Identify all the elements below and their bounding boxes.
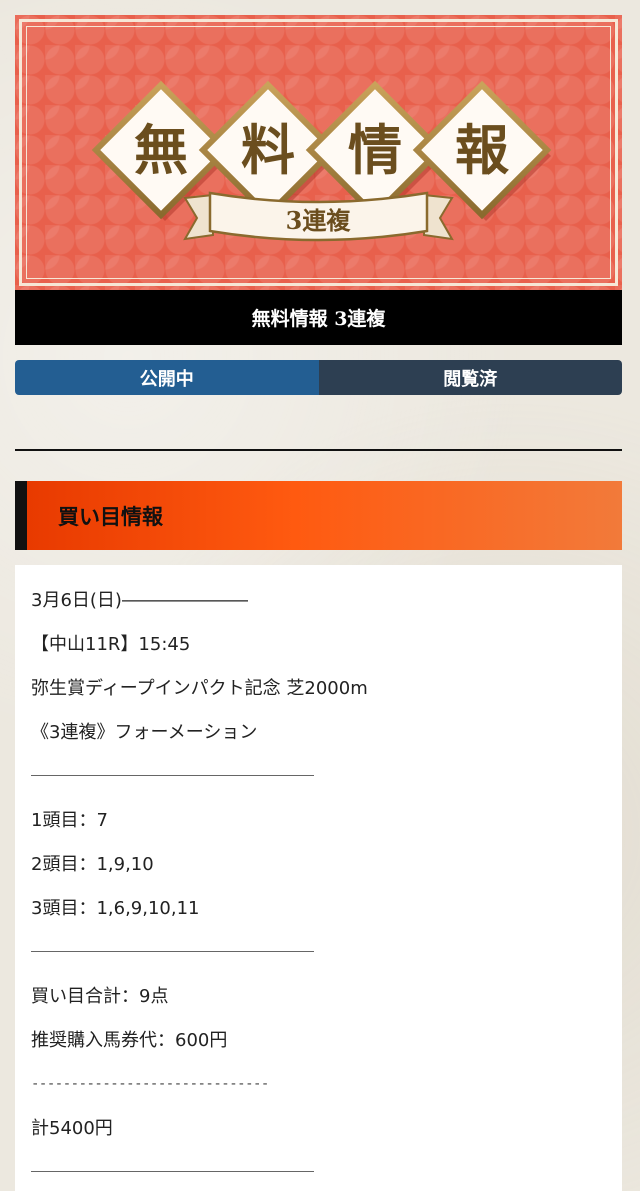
second-horse: 2頭目：1,9,10 (31, 854, 154, 875)
recommended-amount: 推奨購入馬券代：600円 (31, 1030, 228, 1051)
third-horse: 3頭目：1,6,9,10,11 (31, 898, 200, 919)
date-line: 3月6日(日)――――――― (31, 590, 248, 611)
banner-char-2: 料 (241, 118, 295, 182)
bet-info-panel: 3月6日(日)――――――― 【中山11R】15:45 弥生賞ディープインパクト… (15, 565, 622, 1191)
divider (15, 449, 622, 451)
banner-char-3: 情 (348, 118, 402, 182)
dashed-separator: ------------------------------ (31, 1076, 269, 1092)
banner-char-1: 無 (134, 118, 188, 182)
tab-bar: 公開中 閲覧済 (15, 360, 622, 395)
page-title: 無料情報 3連複 (15, 290, 622, 345)
separator (31, 941, 622, 985)
banner-ribbon-text: 3連複 (286, 206, 352, 235)
race-line: 【中山11R】15:45 (31, 634, 191, 655)
hero-banner: 無 料 情 報 3連複 (15, 15, 622, 290)
total-points: 買い目合計：9点 (31, 986, 169, 1007)
tab-viewed[interactable]: 閲覧済 (318, 360, 622, 395)
race-name: 弥生賞ディープインパクト記念 芝2000m (31, 678, 368, 699)
banner-graphic: 無 料 情 報 3連複 (91, 80, 552, 242)
first-horse: 1頭目：7 (31, 810, 108, 831)
total-amount: 計5400円 (31, 1118, 113, 1139)
separator (31, 1161, 622, 1191)
banner-char-4: 報 (455, 118, 509, 182)
bet-type: 《3連複》フォーメーション (31, 722, 258, 743)
section-heading: 買い目情報 (15, 481, 622, 550)
separator (31, 765, 622, 809)
tab-public[interactable]: 公開中 (15, 360, 319, 395)
